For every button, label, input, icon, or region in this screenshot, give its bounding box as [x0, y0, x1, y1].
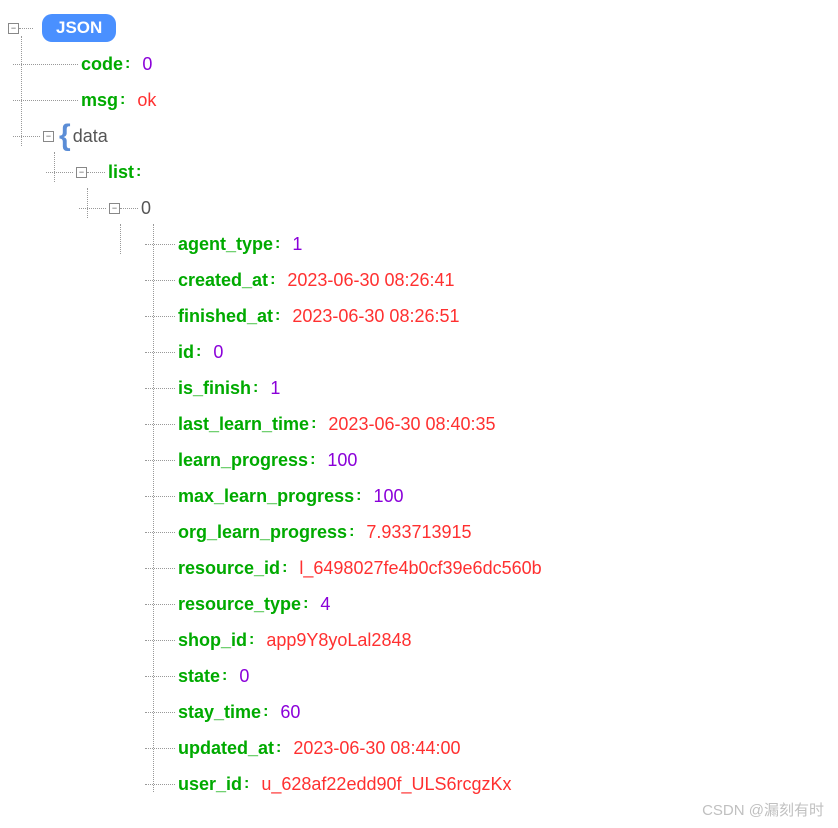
field-key: shop_id [178, 630, 247, 651]
field-row: msg:ok [8, 82, 838, 118]
field-key: user_id [178, 774, 242, 795]
field-key: resource_type [178, 594, 301, 615]
brace-icon: { [59, 119, 71, 153]
field-row: stay_time:60 [8, 694, 838, 730]
field-row: shop_id:app9Y8yoLal2848 [8, 622, 838, 658]
json-badge: JSON [42, 14, 116, 42]
field-value: 1 [292, 234, 302, 255]
field-value: 0 [213, 342, 223, 363]
field-key: resource_id [178, 558, 280, 579]
field-key: last_learn_time [178, 414, 309, 435]
field-key: max_learn_progress [178, 486, 354, 507]
field-row: org_learn_progress:7.933713915 [8, 514, 838, 550]
field-row: max_learn_progress:100 [8, 478, 838, 514]
field-row: last_learn_time:2023-06-30 08:40:35 [8, 406, 838, 442]
field-row: id:0 [8, 334, 838, 370]
watermark: CSDN @漏刻有时 [702, 799, 824, 820]
field-value: 4 [320, 594, 330, 615]
field-row: created_at:2023-06-30 08:26:41 [8, 262, 838, 298]
field-row: state:0 [8, 658, 838, 694]
field-row: agent_type:1 [8, 226, 838, 262]
data-row: − { data [8, 118, 838, 154]
list-index-row: − 0 [8, 190, 838, 226]
list-key: list [108, 162, 134, 183]
field-value: 7.933713915 [366, 522, 471, 543]
field-key: stay_time [178, 702, 261, 723]
field-value: 100 [327, 450, 357, 471]
field-value: u_628af22edd90f_ULS6rcgzKx [261, 774, 511, 795]
field-value: ok [137, 90, 156, 111]
field-key: msg [81, 90, 118, 111]
field-key: created_at [178, 270, 268, 291]
field-key: org_learn_progress [178, 522, 347, 543]
field-row: code:0 [8, 46, 838, 82]
field-key: id [178, 342, 194, 363]
root-row: − JSON [8, 10, 838, 46]
field-value: 0 [142, 54, 152, 75]
field-value: app9Y8yoLal2848 [266, 630, 411, 651]
field-value: l_6498027fe4b0cf39e6dc560b [299, 558, 541, 579]
field-value: 0 [239, 666, 249, 687]
field-key: code [81, 54, 123, 75]
field-value: 1 [270, 378, 280, 399]
field-key: learn_progress [178, 450, 308, 471]
field-value: 2023-06-30 08:44:00 [293, 738, 460, 759]
list-row: − list : [8, 154, 838, 190]
collapse-icon[interactable]: − [8, 23, 19, 34]
field-row: resource_type:4 [8, 586, 838, 622]
field-row: learn_progress:100 [8, 442, 838, 478]
field-row: is_finish:1 [8, 370, 838, 406]
field-value: 2023-06-30 08:26:41 [287, 270, 454, 291]
field-key: is_finish [178, 378, 251, 399]
field-key: agent_type [178, 234, 273, 255]
field-value: 100 [373, 486, 403, 507]
collapse-icon[interactable]: − [43, 131, 54, 142]
field-value: 2023-06-30 08:40:35 [328, 414, 495, 435]
field-value: 2023-06-30 08:26:51 [292, 306, 459, 327]
field-row: updated_at:2023-06-30 08:44:00 [8, 730, 838, 766]
data-label: data [73, 126, 108, 147]
field-row: resource_id:l_6498027fe4b0cf39e6dc560b [8, 550, 838, 586]
field-key: updated_at [178, 738, 274, 759]
collapse-icon[interactable]: − [76, 167, 87, 178]
list-index: 0 [141, 198, 151, 219]
json-tree: − JSON code:0msg:ok − { data − list : − … [8, 10, 838, 802]
field-key: state [178, 666, 220, 687]
collapse-icon[interactable]: − [109, 203, 120, 214]
field-value: 60 [280, 702, 300, 723]
field-row: finished_at:2023-06-30 08:26:51 [8, 298, 838, 334]
field-row: user_id:u_628af22edd90f_ULS6rcgzKx [8, 766, 838, 802]
field-key: finished_at [178, 306, 273, 327]
